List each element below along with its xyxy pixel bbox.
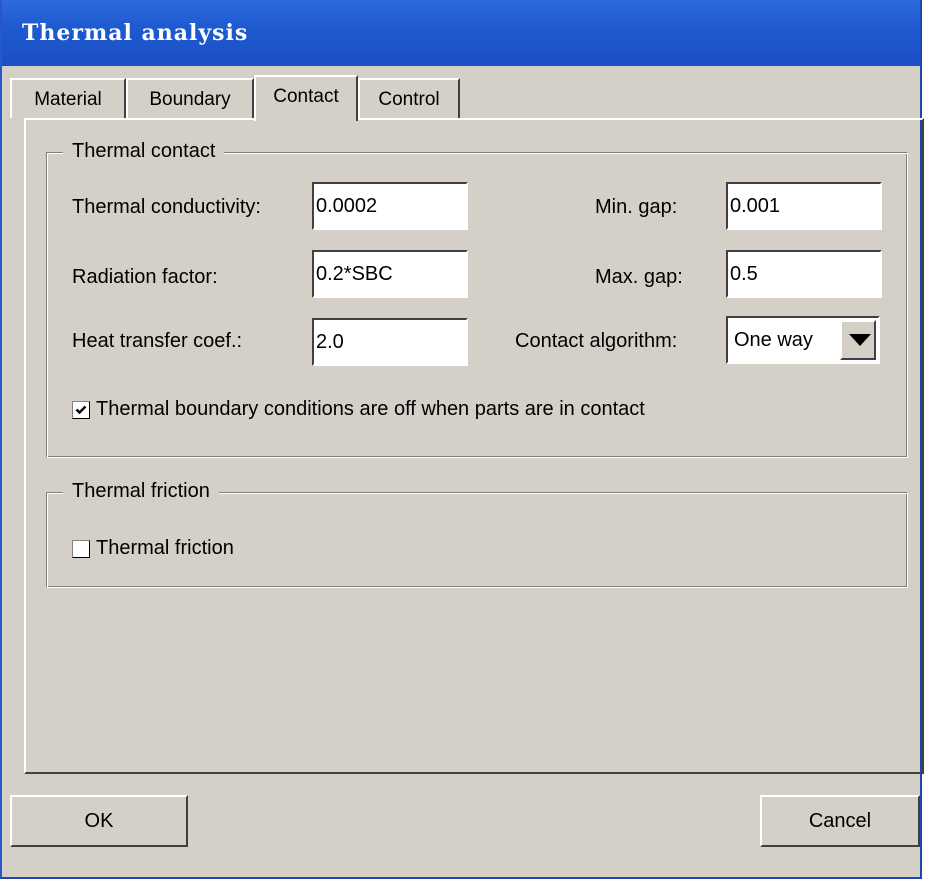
thermal-friction-label: Thermal friction	[96, 537, 234, 559]
min-gap-input[interactable]	[726, 182, 882, 230]
chevron-down-icon	[849, 334, 871, 346]
thermal-analysis-dialog: Thermal analysis Material Boundary Conta…	[0, 0, 924, 879]
min-gap-label: Min. gap:	[595, 196, 678, 218]
tab-control[interactable]: Control	[358, 78, 460, 118]
tab-material-label: Material	[34, 89, 102, 110]
tab-boundary-label: Boundary	[149, 89, 231, 110]
tab-contact-label: Contact	[273, 86, 339, 107]
contact-algorithm-value: One way	[734, 329, 813, 351]
bc-off-label: Thermal boundary conditions are off when…	[96, 398, 645, 420]
max-gap-input[interactable]	[726, 250, 882, 298]
contact-algorithm-select[interactable]: One way	[726, 316, 880, 364]
heat-transfer-coef-label: Heat transfer coef.:	[72, 330, 243, 352]
tab-material[interactable]: Material	[10, 78, 126, 118]
tab-control-label: Control	[378, 89, 440, 110]
thermal-conductivity-label: Thermal conductivity:	[72, 196, 261, 218]
radiation-factor-label: Radiation factor:	[72, 266, 218, 288]
bc-off-checkbox[interactable]	[72, 401, 90, 419]
thermal-friction-checkbox[interactable]	[72, 540, 90, 558]
ok-button[interactable]: OK	[10, 795, 188, 847]
checkmark-icon	[75, 405, 87, 415]
contact-algorithm-label: Contact algorithm:	[515, 330, 678, 352]
tab-boundary[interactable]: Boundary	[126, 78, 254, 118]
title-bar[interactable]: Thermal analysis	[2, 0, 920, 66]
thermal-contact-legend: Thermal contact	[63, 140, 225, 163]
thermal-conductivity-input[interactable]	[312, 182, 468, 230]
cancel-button[interactable]: Cancel	[760, 795, 920, 847]
window-title: Thermal analysis	[22, 20, 249, 46]
radiation-factor-input[interactable]	[312, 250, 468, 298]
heat-transfer-coef-input[interactable]	[312, 318, 468, 366]
contact-algorithm-dropdown-button[interactable]	[840, 320, 876, 360]
thermal-friction-legend: Thermal friction	[63, 480, 219, 503]
max-gap-label: Max. gap:	[595, 266, 683, 288]
tab-contact[interactable]: Contact	[254, 75, 358, 121]
